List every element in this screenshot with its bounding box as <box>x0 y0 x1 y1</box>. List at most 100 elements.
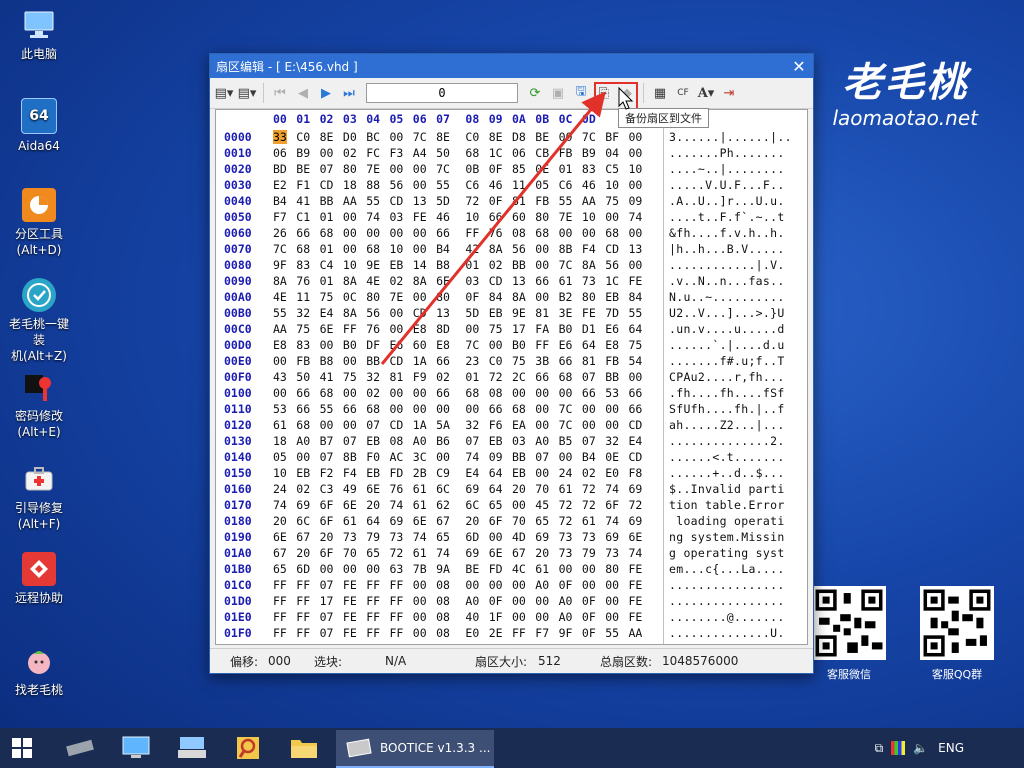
hex-byte[interactable]: F6 <box>489 418 503 432</box>
sector-editor-window[interactable]: 扇区编辑 - [ E:\456.vhd ] ✕ ▤▾ ▤▾ ⏮ ◀ ▶ ⏭ 0 … <box>209 53 814 674</box>
hex-byte[interactable]: 6F <box>320 498 334 512</box>
hex-byte[interactable]: F4 <box>582 242 596 256</box>
hex-byte[interactable]: 20 <box>366 498 380 512</box>
hex-byte[interactable]: 00 <box>512 594 526 608</box>
hex-byte[interactable]: A0 <box>413 434 427 448</box>
hex-byte[interactable]: 00 <box>489 530 503 544</box>
hex-byte[interactable]: 7C <box>582 130 596 144</box>
hex-byte[interactable]: 69 <box>465 482 479 496</box>
hex-byte[interactable]: A0 <box>559 610 573 624</box>
last-sector-icon[interactable]: ⏭ <box>339 83 359 103</box>
hex-byte[interactable]: 74 <box>273 498 287 512</box>
hex-byte[interactable]: 76 <box>489 226 503 240</box>
hex-byte[interactable]: 73 <box>582 530 596 544</box>
hex-row-ascii[interactable]: .v..N..n...fas.. <box>669 274 785 288</box>
hex-byte[interactable]: 67 <box>273 546 287 560</box>
hex-row-ascii[interactable]: ..............U. <box>669 626 785 640</box>
hex-row[interactable]: 0090 8A 76 01 8A 4E 02 8A 6E 03 CD 13 66 61 73 1C FE .v..… <box>216 274 807 290</box>
hex-byte[interactable]: 60 <box>413 338 427 352</box>
hex-row-ascii[interactable]: g operating syst <box>669 546 785 560</box>
hex-byte[interactable]: A0 <box>535 578 549 592</box>
hex-byte[interactable]: FF <box>366 594 380 608</box>
hex-byte[interactable]: 3B <box>535 354 549 368</box>
hex-byte[interactable]: 66 <box>489 210 503 224</box>
hex-byte[interactable]: CD <box>390 418 404 432</box>
hex-byte[interactable]: 8A <box>512 290 526 304</box>
hex-byte[interactable]: 6F <box>320 514 334 528</box>
hex-row[interactable]: 00B0 55 32 E4 8A 56 00 CD 13 5D EB 9E 81 3E FE 7D 55 U2..… <box>216 306 807 322</box>
hex-byte[interactable]: 74 <box>629 210 643 224</box>
hex-byte[interactable]: 00 <box>343 226 357 240</box>
hex-byte[interactable]: 00 <box>343 354 357 368</box>
hex-byte[interactable]: CD <box>390 194 404 208</box>
hex-byte[interactable]: CD <box>320 178 334 192</box>
desktop-icon-partition-tool[interactable]: 分区工具 (Alt+D) <box>8 188 70 258</box>
hex-byte[interactable]: 5D <box>465 306 479 320</box>
hex-byte[interactable]: 6E <box>436 274 450 288</box>
hex-byte[interactable]: 11 <box>512 178 526 192</box>
hex-byte[interactable]: 66 <box>535 274 549 288</box>
hex-byte[interactable]: 00 <box>629 226 643 240</box>
hex-byte[interactable]: 33 <box>273 130 287 144</box>
hex-byte[interactable]: CD <box>629 450 643 464</box>
view-mode-dropdown[interactable]: ▤▾ <box>214 83 234 103</box>
hex-row[interactable]: 00A0 4E 11 75 0C 80 7E 00 80 0F 84 8A 00 B2 80 EB 84 N.u.… <box>216 290 807 306</box>
hex-byte[interactable]: 07 <box>320 610 334 624</box>
hex-byte[interactable]: 00 <box>413 594 427 608</box>
hex-byte[interactable]: FE <box>629 578 643 592</box>
hex-byte[interactable]: AC <box>390 450 404 464</box>
hex-byte[interactable]: 4E <box>273 290 287 304</box>
hex-byte[interactable]: 05 <box>535 178 549 192</box>
hex-byte[interactable]: 41 <box>320 370 334 384</box>
hex-byte[interactable]: 02 <box>296 482 310 496</box>
hex-row-ascii[interactable]: ......<.t....... <box>669 450 785 464</box>
hex-byte[interactable]: 01 <box>320 274 334 288</box>
refresh-icon[interactable]: ⟳ <box>525 83 545 103</box>
hex-byte[interactable]: 00 <box>535 242 549 256</box>
hex-byte[interactable]: 1C <box>489 146 503 160</box>
hex-byte[interactable]: A0 <box>535 434 549 448</box>
hex-row[interactable]: 0080 9F 83 C4 10 9E EB 14 B8 01 02 BB 00 7C 8A 56 00....… <box>216 258 807 274</box>
hex-byte[interactable]: E8 <box>413 322 427 336</box>
hex-byte[interactable]: 00 <box>320 418 334 432</box>
hex-byte[interactable]: 10 <box>629 162 643 176</box>
hex-byte[interactable]: 61 <box>413 482 427 496</box>
hex-byte[interactable]: 03 <box>390 210 404 224</box>
hex-byte[interactable]: 00 <box>512 610 526 624</box>
hex-byte[interactable]: 68 <box>296 418 310 432</box>
window-titlebar[interactable]: 扇区编辑 - [ E:\456.vhd ] ✕ <box>210 54 813 78</box>
hex-byte[interactable]: 76 <box>296 274 310 288</box>
hex-byte[interactable]: FF <box>343 322 357 336</box>
hex-row[interactable]: 00D0 E8 83 00 B0 DF E6 60 E8 7C 00 B0 FF E6 64 E8 75....… <box>216 338 807 354</box>
hex-byte[interactable]: 41 <box>296 194 310 208</box>
hex-byte[interactable]: 5A <box>436 418 450 432</box>
hex-row-ascii[interactable]: .fh....fh....fSf <box>669 386 785 400</box>
hex-byte[interactable]: 53 <box>605 386 619 400</box>
hex-byte[interactable]: 80 <box>582 290 596 304</box>
hex-byte[interactable]: 65 <box>436 530 450 544</box>
hex-byte[interactable]: 0E <box>605 450 619 464</box>
hex-byte[interactable]: 4C <box>512 562 526 576</box>
hex-byte[interactable]: 00 <box>629 178 643 192</box>
hex-byte[interactable]: 08 <box>390 434 404 448</box>
hex-byte[interactable]: 00 <box>489 578 503 592</box>
hex-byte[interactable]: 07 <box>582 434 596 448</box>
hex-byte[interactable]: 56 <box>512 242 526 256</box>
hex-byte[interactable]: 00 <box>343 386 357 400</box>
hex-byte[interactable]: 9A <box>436 562 450 576</box>
hex-byte[interactable]: 08 <box>436 594 450 608</box>
hex-byte[interactable]: 73 <box>559 530 573 544</box>
hex-row[interactable]: 0020 BD BE 07 80 7E 00 00 7C 0B 0F 85 0E 01 83 C5 10....… <box>216 162 807 178</box>
hex-byte[interactable]: 20 <box>512 482 526 496</box>
hex-byte[interactable]: 55 <box>605 626 619 640</box>
desktop-icon-this-pc[interactable]: 此电脑 <box>8 8 70 62</box>
hex-byte[interactable]: FA <box>535 322 549 336</box>
hex-byte[interactable]: 00 <box>465 402 479 416</box>
hex-byte[interactable]: 0F <box>559 578 573 592</box>
hex-byte[interactable]: C6 <box>465 178 479 192</box>
hex-byte[interactable]: F0 <box>366 450 380 464</box>
hex-byte[interactable]: 80 <box>366 290 380 304</box>
hex-byte[interactable]: 6F <box>320 546 334 560</box>
hex-byte[interactable]: 7C <box>465 338 479 352</box>
hex-byte[interactable]: E8 <box>605 338 619 352</box>
